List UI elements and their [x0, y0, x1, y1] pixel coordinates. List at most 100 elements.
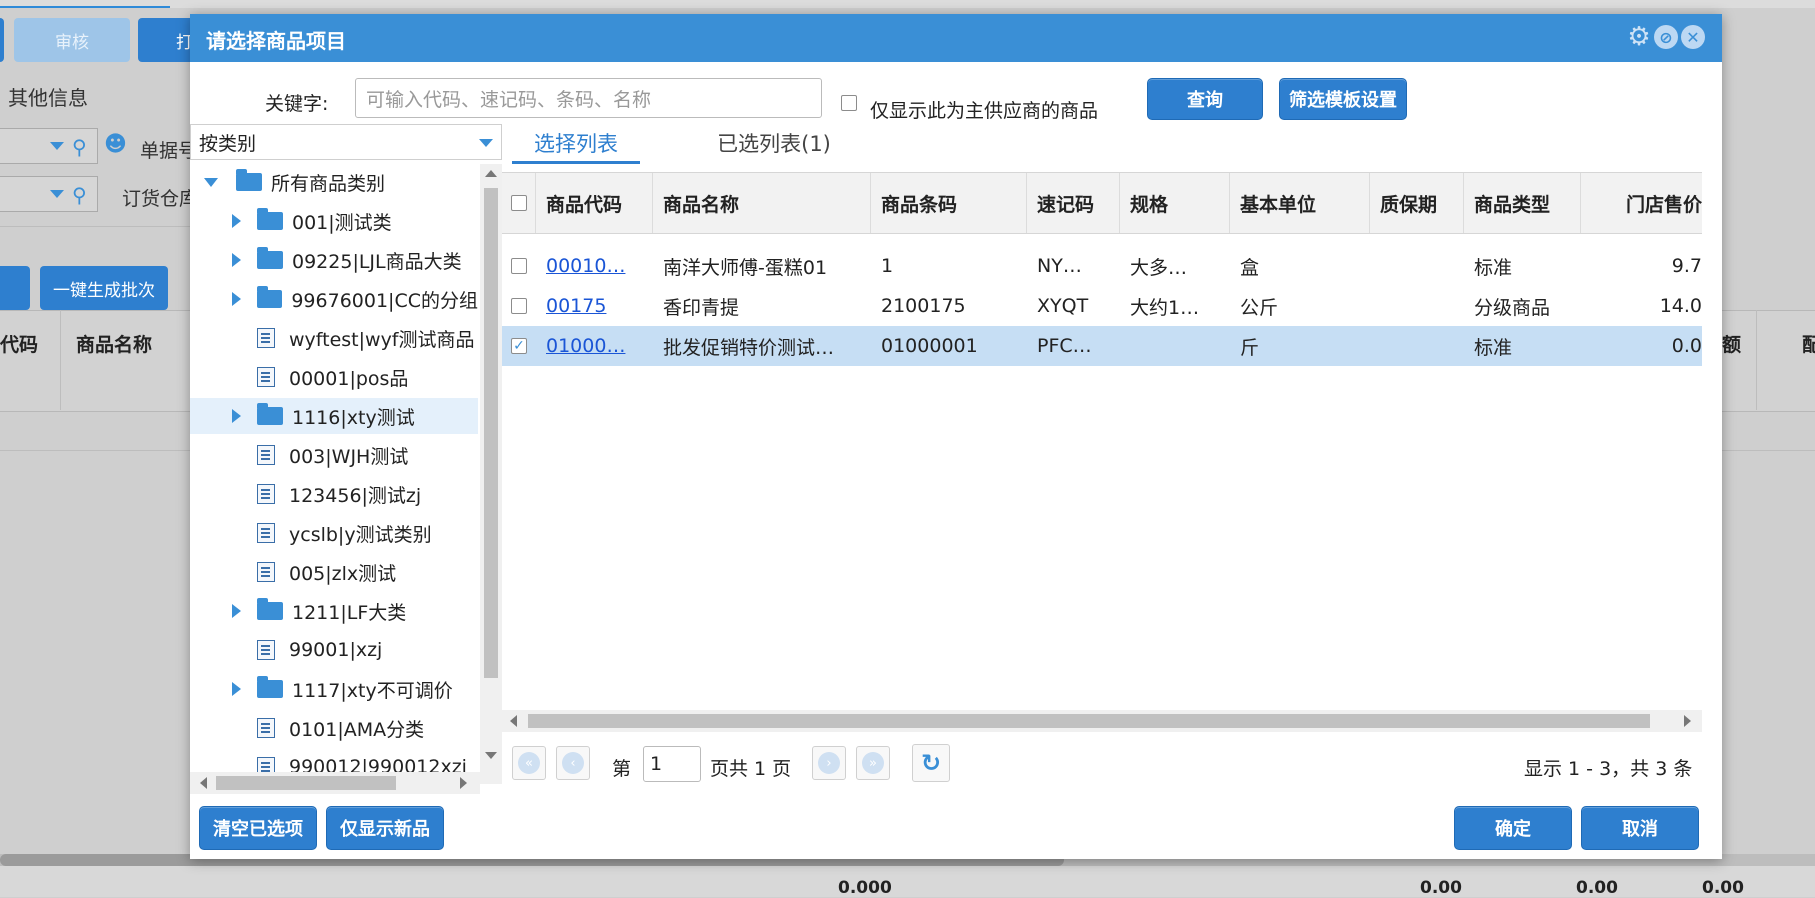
minimize-icon[interactable]: ⊘: [1654, 25, 1678, 49]
select-all-checkbox[interactable]: [510, 195, 527, 211]
tree-item-label: 09225|LJL商品大类: [292, 250, 462, 273]
tree-hscrollbar-thumb[interactable]: [216, 776, 396, 790]
bg-col-partial: 额: [1722, 334, 1742, 356]
tree-item[interactable]: 005|zlx测试: [190, 554, 478, 590]
row-checkbox[interactable]: [511, 298, 527, 314]
refresh-button[interactable]: ↻: [912, 744, 950, 782]
collapsed-arrow-icon[interactable]: [232, 253, 241, 267]
page-number-input[interactable]: 1: [643, 746, 701, 782]
tree-item[interactable]: 所有商品类别: [190, 164, 478, 200]
table-row[interactable]: 00175 香印青提 2100175 XYQT 大约1… 公斤 分级商品 14.0: [502, 286, 1702, 326]
print-button[interactable]: 打: [138, 18, 198, 62]
bg-button-edge[interactable]: [0, 266, 30, 310]
scroll-right-icon[interactable]: [1684, 715, 1691, 727]
generate-batch-button[interactable]: 一键生成批次: [40, 266, 168, 310]
category-select-value: 按类别: [199, 132, 257, 155]
cell-shelf-life: [1370, 326, 1464, 366]
search-icon[interactable]: ⚲: [72, 183, 87, 207]
collapsed-arrow-icon[interactable]: [232, 409, 241, 423]
collapsed-arrow-icon[interactable]: [232, 604, 241, 618]
search-icon[interactable]: ⚲: [72, 135, 87, 159]
scroll-right-icon[interactable]: [460, 777, 467, 789]
tree-item[interactable]: 0101|AMA分类: [190, 710, 478, 746]
tree-item[interactable]: 00001|pos品: [190, 359, 478, 395]
cell-spec: 大多…: [1130, 256, 1188, 279]
cell-code[interactable]: 00175: [536, 286, 653, 326]
gear-icon[interactable]: ⚙: [1627, 22, 1651, 52]
first-page-button[interactable]: «: [512, 746, 546, 780]
tree-item[interactable]: 001|测试类: [190, 203, 478, 239]
scroll-left-icon[interactable]: [200, 777, 207, 789]
other-info-tab[interactable]: 其他信息: [8, 82, 88, 111]
grid-hscrollbar-thumb[interactable]: [528, 714, 1650, 728]
close-icon[interactable]: ✕: [1681, 25, 1705, 49]
tree-horizontal-scrollbar[interactable]: [190, 772, 480, 794]
category-select[interactable]: 按类别: [190, 124, 502, 160]
last-page-button[interactable]: »: [856, 746, 890, 780]
main-supplier-checkbox[interactable]: [841, 95, 857, 111]
col-header-name[interactable]: 商品名称: [653, 173, 871, 233]
tree-item[interactable]: 1116|xty测试: [190, 398, 478, 434]
next-page-button[interactable]: ›: [812, 746, 846, 780]
page-prefix: 第: [612, 758, 632, 780]
total-value: 0.00: [1420, 878, 1462, 898]
scroll-down-icon[interactable]: [485, 752, 497, 759]
row-checkbox[interactable]: ✓: [511, 338, 527, 354]
expanded-arrow-icon[interactable]: [204, 177, 218, 187]
col-header-shelf-life[interactable]: 质保期: [1370, 173, 1464, 233]
tree-item-label: ycslb|y测试类别: [289, 523, 432, 546]
col-header-spec[interactable]: 规格: [1120, 173, 1230, 233]
tab-selected-list[interactable]: 已选列表(1): [710, 128, 838, 164]
table-row[interactable]: 00010… 南洋大师傅-蛋糕01 1 NY… 大多… 盒 标准 9.7: [502, 246, 1702, 286]
tree-item-label: 1117|xty不可调价: [292, 679, 453, 702]
tree-item[interactable]: 1211|LF大类: [190, 593, 478, 629]
divider: [60, 310, 61, 410]
col-header-price[interactable]: 门店售价: [1581, 173, 1702, 233]
doc-number-label: 单据号: [140, 140, 198, 162]
tree-item[interactable]: 003|WJH测试: [190, 437, 478, 473]
warehouse-select[interactable]: ⚲: [0, 176, 98, 212]
clear-selected-button[interactable]: 清空已选项: [199, 806, 317, 850]
col-header-code[interactable]: 商品代码: [536, 173, 653, 233]
document-icon: [257, 640, 275, 660]
cancel-button[interactable]: 取消: [1581, 806, 1699, 850]
tab-select-list[interactable]: 选择列表: [512, 128, 640, 164]
cell-code[interactable]: 00010…: [536, 246, 653, 286]
scroll-left-icon[interactable]: [510, 715, 517, 727]
tree-item[interactable]: 1117|xty不可调价: [190, 671, 478, 707]
audit-button[interactable]: 审核: [14, 18, 130, 62]
tree-item[interactable]: 99676001|CC的分组: [190, 281, 478, 317]
ok-button[interactable]: 确定: [1454, 806, 1572, 850]
collapsed-arrow-icon[interactable]: [232, 682, 241, 696]
keyword-input[interactable]: 可输入代码、速记码、条码、名称: [355, 78, 822, 118]
divider: [0, 226, 190, 227]
collapsed-arrow-icon[interactable]: [231, 292, 241, 306]
scroll-up-icon[interactable]: [485, 170, 497, 177]
col-header-shorthand[interactable]: 速记码: [1027, 173, 1120, 233]
tree-item[interactable]: ycslb|y测试类别: [190, 515, 478, 551]
grid-horizontal-scrollbar[interactable]: [502, 710, 1702, 732]
collapsed-arrow-icon[interactable]: [232, 214, 241, 228]
bg-button-edge[interactable]: [0, 18, 4, 62]
tree-item[interactable]: wyftest|wyf测试商品: [190, 320, 478, 356]
top-tab-strip: [0, 0, 1815, 8]
tree-item[interactable]: 99001|xzj: [190, 632, 478, 668]
filter-template-button[interactable]: 筛选模板设置: [1279, 78, 1407, 120]
tree-vertical-scrollbar[interactable]: [480, 164, 502, 784]
query-button[interactable]: 查询: [1147, 78, 1263, 120]
tree-scrollbar-thumb[interactable]: [484, 188, 498, 678]
tree-item[interactable]: 123456|测试zj: [190, 476, 478, 512]
col-header-unit[interactable]: 基本单位: [1230, 173, 1370, 233]
col-header-barcode[interactable]: 商品条码: [871, 173, 1027, 233]
supplier-select[interactable]: ⚲: [0, 128, 98, 164]
document-icon: [257, 718, 275, 738]
show-new-only-button[interactable]: 仅显示新品: [326, 806, 444, 850]
prev-page-button[interactable]: ‹: [556, 746, 590, 780]
col-header-type[interactable]: 商品类型: [1464, 173, 1581, 233]
cell-code[interactable]: 01000…: [536, 326, 653, 366]
row-checkbox[interactable]: [511, 258, 527, 274]
document-icon: [257, 367, 275, 387]
tree-item[interactable]: 09225|LJL商品大类: [190, 242, 478, 278]
table-row[interactable]: ✓ 01000… 批发促销特价测试… 01000001 PFC… 斤 标准 0.0: [502, 326, 1702, 366]
cell-shelf-life: [1370, 246, 1464, 286]
